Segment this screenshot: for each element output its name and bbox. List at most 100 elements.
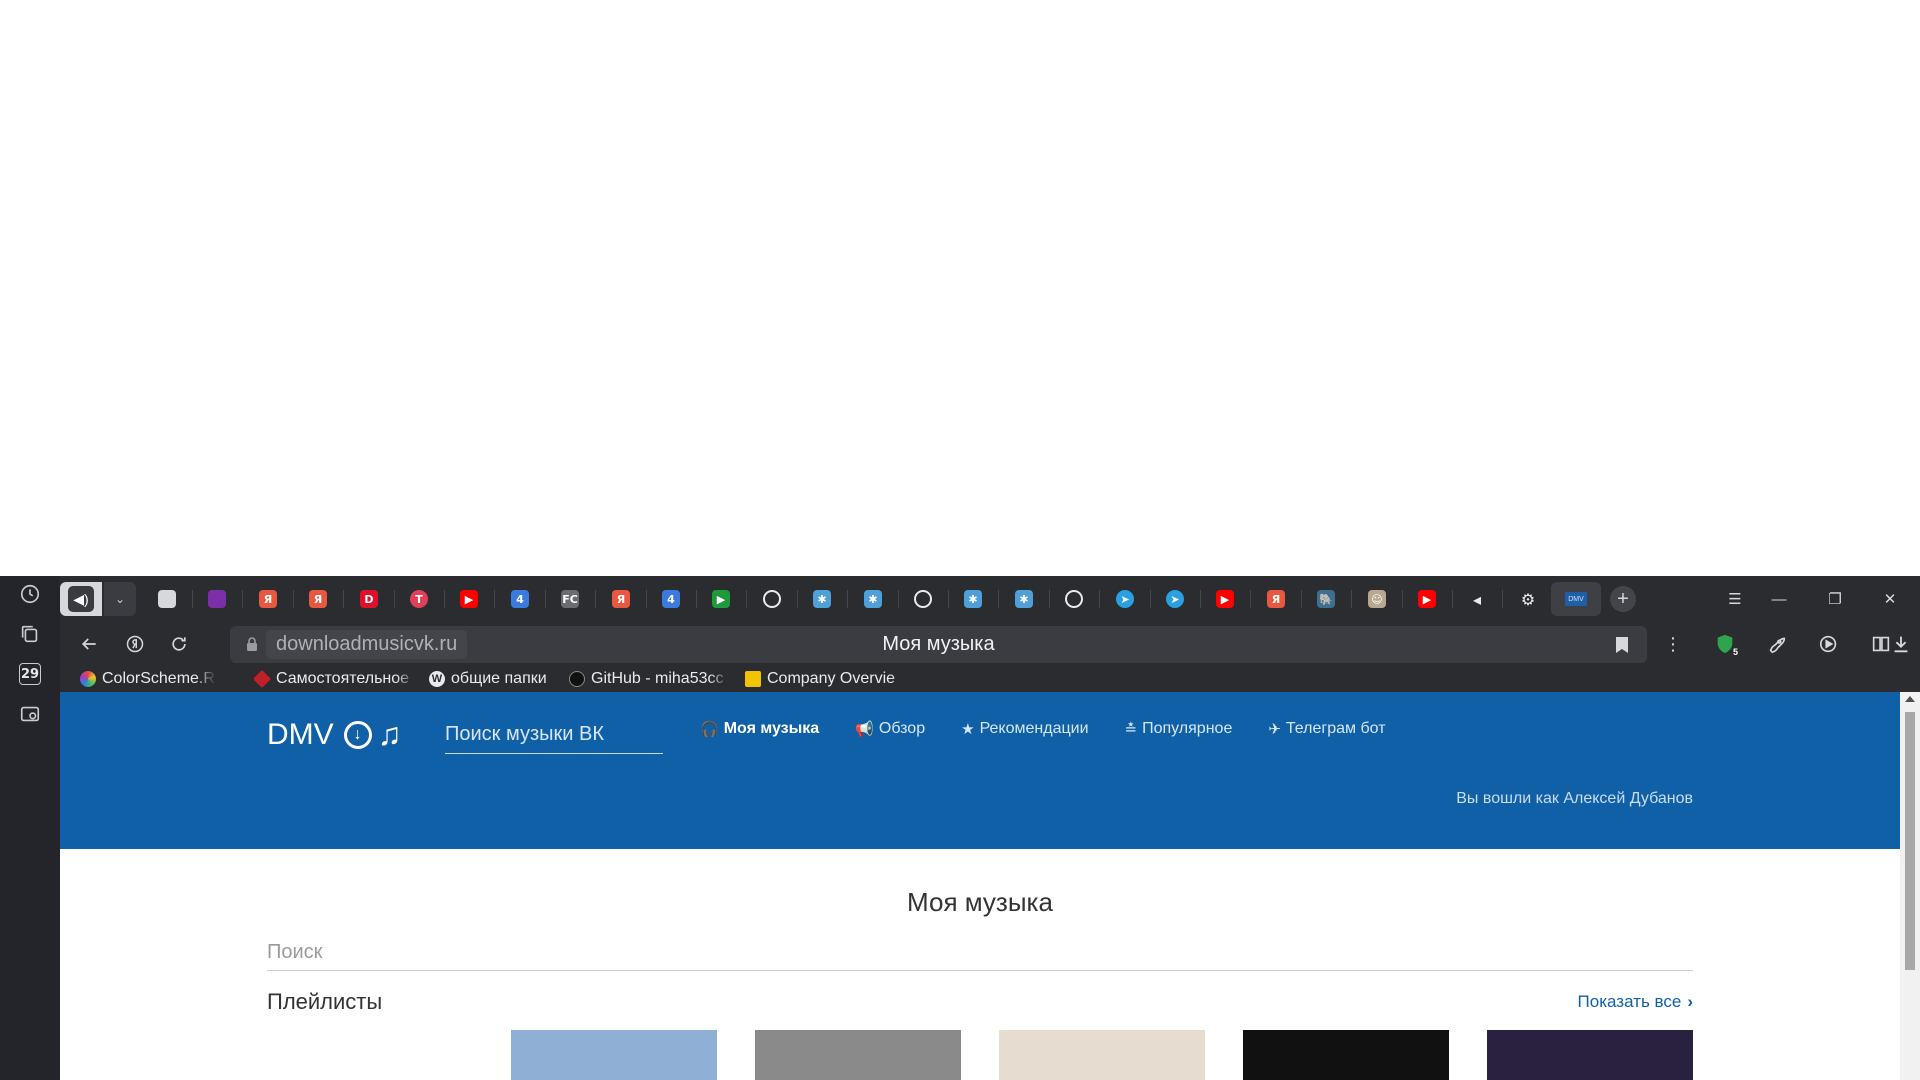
my-music-search[interactable] xyxy=(267,935,1693,971)
nav-my-music[interactable]: 🎧 Моя музыка xyxy=(700,720,819,738)
tab-list-button[interactable]: ☰ xyxy=(1720,586,1750,612)
pinned-tab[interactable] xyxy=(1061,586,1087,612)
page-scrollbar[interactable] xyxy=(1900,692,1920,1080)
pinned-tab[interactable]: ✱ xyxy=(960,586,986,612)
nav-overview[interactable]: 📢 Обзор xyxy=(855,720,925,738)
nav-telegram-bot[interactable]: ✈ Телеграм бот xyxy=(1268,720,1385,738)
pinned-tab[interactable]: Я xyxy=(255,586,281,612)
close-icon: ✕ xyxy=(1883,591,1897,608)
restore-button[interactable]: ❐ xyxy=(1820,586,1850,612)
audio-tab[interactable]: ◀) xyxy=(60,582,102,616)
pinned-tab[interactable]: FC xyxy=(557,586,583,612)
back-button[interactable] xyxy=(74,630,104,658)
playlist-cover[interactable] xyxy=(1487,1030,1693,1080)
pinned-tab[interactable]: Я xyxy=(305,586,331,612)
pinned-tab[interactable]: 4 xyxy=(507,586,533,612)
pinned-tab[interactable]: ▶ xyxy=(708,586,734,612)
calendar-day: 29 xyxy=(19,663,41,685)
pinned-tab[interactable]: ✱ xyxy=(860,586,886,612)
more-menu-button[interactable]: ⋮ xyxy=(1658,630,1688,658)
bookmark-github[interactable]: GitHub - miha53cc xyxy=(569,668,729,690)
my-music-search-input[interactable] xyxy=(267,935,1693,970)
tab-separator xyxy=(394,590,395,608)
elephant-icon: 🐘 xyxy=(1317,590,1335,608)
youtube-icon: ▶ xyxy=(1216,590,1234,608)
pinned-tab[interactable]: Я xyxy=(608,586,634,612)
pinned-tab[interactable] xyxy=(759,586,785,612)
tab-group-dropdown[interactable]: ⌄ xyxy=(104,582,136,616)
pinned-tab[interactable] xyxy=(910,586,936,612)
youtube-icon: ▶ xyxy=(460,590,478,608)
playlist-cover[interactable] xyxy=(999,1030,1205,1080)
pinned-tab[interactable]: ▶ xyxy=(1212,586,1238,612)
pinned-tab[interactable]: Я xyxy=(1263,586,1289,612)
headphones-icon: 🎧 xyxy=(700,721,719,738)
bookmarks-bar: ColorScheme.Ru – Самостоятельное W общие… xyxy=(60,665,1920,692)
pinned-tab[interactable]: 🐘 xyxy=(1313,586,1339,612)
bookmark-colorscheme[interactable]: ColorScheme.Ru – xyxy=(80,668,216,690)
address-bar[interactable]: downloadmusicvk.ru Моя музыка xyxy=(230,626,1647,663)
minimize-button[interactable]: — xyxy=(1764,586,1794,612)
pinned-tab[interactable]: ➤ xyxy=(1112,586,1138,612)
pinned-tab[interactable]: ✱ xyxy=(809,586,835,612)
bookmark-samostoyatelnoe[interactable]: Самостоятельное xyxy=(254,668,416,690)
pinned-tab[interactable]: ▶ xyxy=(456,586,482,612)
pinned-tab[interactable]: T xyxy=(406,586,432,612)
download-icon xyxy=(1894,636,1908,653)
tab-separator xyxy=(696,590,697,608)
yandex-icon: Я xyxy=(612,590,630,608)
scrollbar-thumb[interactable] xyxy=(1905,712,1915,970)
screenshot-icon[interactable] xyxy=(14,698,46,730)
playlist-cover[interactable] xyxy=(1243,1030,1449,1080)
url-host[interactable]: downloadmusicvk.ru xyxy=(266,630,468,659)
logged-in-as[interactable]: Вы вошли как Алексей Дубанов xyxy=(1456,790,1693,808)
tab-active-dmv[interactable]: DMV xyxy=(1551,582,1601,616)
playlist-cover[interactable] xyxy=(511,1030,717,1080)
pinned-tab[interactable]: ☺ xyxy=(1364,586,1390,612)
tab-separator xyxy=(847,590,848,608)
tab-separator xyxy=(1099,590,1100,608)
paper-plane-icon: ✈ xyxy=(1268,721,1281,738)
tab-separator xyxy=(1502,590,1503,608)
github-icon xyxy=(914,590,932,608)
show-all-link[interactable]: Показать все › xyxy=(1578,992,1693,1012)
nav-popular[interactable]: ≛ Популярное xyxy=(1125,720,1233,738)
bookmark-company-overview[interactable]: Company Overvie xyxy=(745,668,911,690)
tab-separator xyxy=(1402,590,1403,608)
reload-icon xyxy=(172,637,186,651)
pinned-tab[interactable]: ◂ xyxy=(1464,586,1490,612)
history-icon[interactable] xyxy=(14,578,46,610)
adguard-extension[interactable]: 5 xyxy=(1710,630,1740,658)
tab-separator xyxy=(545,590,546,608)
downloads-button[interactable] xyxy=(1886,630,1916,658)
pinned-tab[interactable]: ✱ xyxy=(1011,586,1037,612)
new-tab-button[interactable]: + xyxy=(1610,586,1636,612)
close-window-button[interactable]: ✕ xyxy=(1875,586,1905,612)
reload-button[interactable] xyxy=(164,630,194,658)
playlist-cover[interactable] xyxy=(267,1030,473,1080)
yandex-home-button[interactable] xyxy=(120,630,150,658)
pinned-tab[interactable]: ▶ xyxy=(1414,586,1440,612)
vk-music-search[interactable] xyxy=(445,716,663,754)
playlist-cover[interactable] xyxy=(755,1030,961,1080)
bookmark-shared-folders[interactable]: W общие папки xyxy=(429,668,557,690)
dots-vertical-icon: ⋮ xyxy=(1664,633,1682,654)
pinned-tab[interactable]: ➤ xyxy=(1162,586,1188,612)
nav-recommendations[interactable]: ★ Рекомендации xyxy=(961,720,1088,738)
vk-music-search-input[interactable] xyxy=(445,716,663,753)
pinned-tab[interactable]: ⚙ xyxy=(1515,586,1541,612)
calendar-icon[interactable]: 29 xyxy=(14,658,46,690)
collections-icon[interactable] xyxy=(14,618,46,650)
rocket-icon xyxy=(1769,637,1786,654)
site-logo[interactable]: DMV ↓ ♫ xyxy=(267,716,402,753)
rocket-extension[interactable] xyxy=(1762,630,1792,658)
scroll-up-arrow[interactable] xyxy=(1905,696,1915,702)
pinned-tab[interactable]: 4 xyxy=(658,586,684,612)
speaker-icon: ◀) xyxy=(68,586,94,612)
avatar-icon: ☺ xyxy=(1368,590,1386,608)
pinned-tab[interactable] xyxy=(154,586,180,612)
pinned-tab[interactable]: D xyxy=(356,586,382,612)
tab-separator xyxy=(998,590,999,608)
pinned-tab[interactable] xyxy=(204,586,230,612)
video-extension[interactable] xyxy=(1814,630,1844,658)
